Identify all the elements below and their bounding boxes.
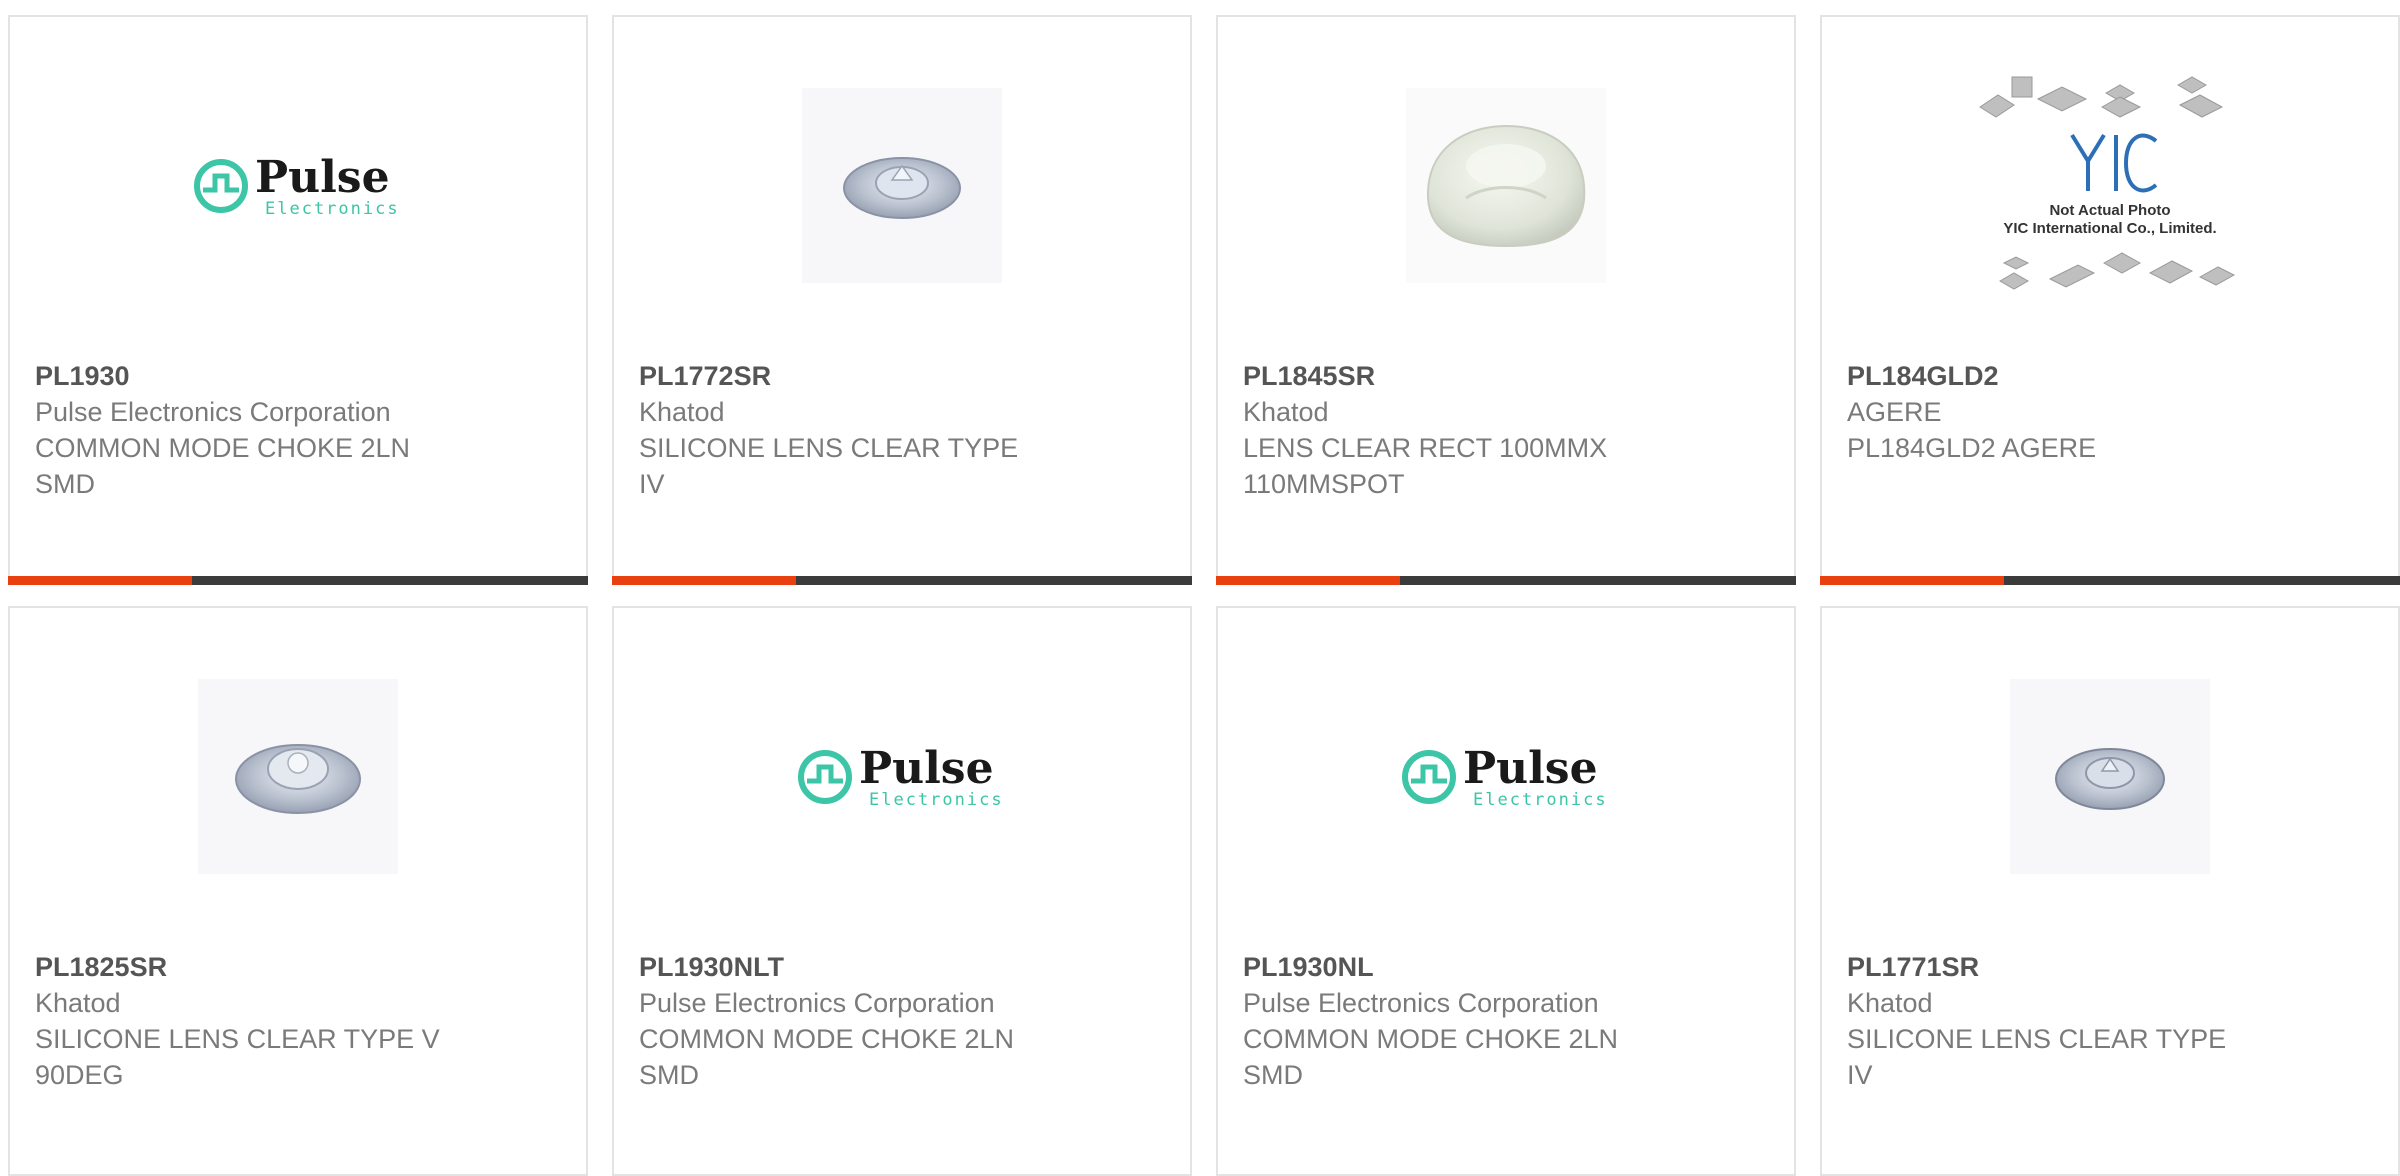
description: SILICONE LENS CLEAR TYPE V 90DEG: [35, 1024, 440, 1090]
product-card[interactable]: Not Actual Photo YIC International Co., …: [1820, 15, 2400, 585]
product-image[interactable]: Not Actual Photo YIC International Co., …: [1822, 76, 2398, 290]
part-number[interactable]: PL1825SR: [35, 949, 455, 985]
product-image[interactable]: [1218, 85, 1794, 285]
part-number[interactable]: PL1845SR: [1243, 358, 1663, 394]
manufacturer: Khatod: [1243, 397, 1329, 427]
product-info: PL1825SR Khatod SILICONE LENS CLEAR TYPE…: [35, 949, 455, 1093]
product-card[interactable]: Pulse Electronics PL1930 Pulse Electroni…: [8, 15, 588, 585]
product-card[interactable]: PL1772SR Khatod SILICONE LENS CLEAR TYPE…: [612, 15, 1192, 585]
card-accent-bar: [612, 576, 1192, 585]
part-number[interactable]: PL184GLD2: [1847, 358, 2267, 394]
product-card[interactable]: PL1845SR Khatod LENS CLEAR RECT 100MMX 1…: [1216, 15, 1796, 585]
manufacturer: Khatod: [1847, 988, 1933, 1018]
svg-text:Electronics: Electronics: [1473, 790, 1608, 810]
product-card[interactable]: Pulse Electronics PL1930NLT Pulse Electr…: [612, 606, 1192, 1176]
description: SILICONE LENS CLEAR TYPE IV: [1847, 1024, 2227, 1090]
svg-text:Pulse: Pulse: [1463, 743, 1598, 794]
description: LENS CLEAR RECT 100MMX 110MMSPOT: [1243, 433, 1608, 499]
product-info: PL1930NLT Pulse Electronics Corporation …: [639, 949, 1059, 1093]
card-accent-bar: [8, 576, 588, 585]
svg-text:YIC International Co., Limited: YIC International Co., Limited.: [2003, 220, 2216, 237]
product-image[interactable]: Pulse Electronics: [10, 85, 586, 285]
svg-text:Electronics: Electronics: [869, 790, 1004, 810]
part-number[interactable]: PL1930: [35, 358, 455, 394]
svg-text:Pulse: Pulse: [255, 152, 390, 203]
manufacturer: Pulse Electronics Corporation: [639, 988, 995, 1018]
product-card[interactable]: PL1825SR Khatod SILICONE LENS CLEAR TYPE…: [8, 606, 588, 1176]
product-grid: Pulse Electronics PL1930 Pulse Electroni…: [8, 15, 2400, 1176]
description: COMMON MODE CHOKE 2LN SMD: [1243, 1024, 1619, 1090]
product-info: PL184GLD2 AGERE PL184GLD2 AGERE: [1847, 358, 2267, 466]
svg-text:Pulse: Pulse: [859, 743, 994, 794]
product-info: PL1771SR Khatod SILICONE LENS CLEAR TYPE…: [1847, 949, 2267, 1093]
manufacturer: Khatod: [35, 988, 121, 1018]
product-info: PL1930 Pulse Electronics Corporation COM…: [35, 358, 455, 502]
manufacturer: Pulse Electronics Corporation: [35, 397, 391, 427]
product-info: PL1845SR Khatod LENS CLEAR RECT 100MMX 1…: [1243, 358, 1663, 502]
product-info: PL1772SR Khatod SILICONE LENS CLEAR TYPE…: [639, 358, 1059, 502]
pulse-electronics-logo: Pulse Electronics: [194, 152, 400, 219]
svg-text:Electronics: Electronics: [265, 199, 400, 219]
description: PL184GLD2 AGERE: [1847, 433, 2097, 463]
svg-text:Not Actual Photo: Not Actual Photo: [2049, 202, 2170, 219]
card-accent-bar: [1820, 576, 2400, 585]
part-number[interactable]: PL1772SR: [639, 358, 1059, 394]
silicone-lens-image: [2010, 678, 2210, 874]
description: COMMON MODE CHOKE 2LN SMD: [35, 433, 411, 499]
description: COMMON MODE CHOKE 2LN SMD: [639, 1024, 1015, 1090]
part-number[interactable]: PL1930NL: [1243, 949, 1663, 985]
product-image[interactable]: [10, 676, 586, 876]
part-number[interactable]: PL1930NLT: [639, 949, 1059, 985]
manufacturer: AGERE: [1847, 397, 1942, 427]
rect-lens-image: [1406, 87, 1606, 283]
product-info: PL1930NL Pulse Electronics Corporation C…: [1243, 949, 1663, 1093]
silicone-lens-image: [802, 87, 1002, 283]
description: SILICONE LENS CLEAR TYPE IV: [639, 433, 1019, 499]
pulse-electronics-logo: Pulse Electronics: [1402, 743, 1608, 810]
product-card[interactable]: PL1771SR Khatod SILICONE LENS CLEAR TYPE…: [1820, 606, 2400, 1176]
manufacturer: Pulse Electronics Corporation: [1243, 988, 1599, 1018]
yic-placeholder-image: Not Actual Photo YIC International Co., …: [1979, 76, 2236, 290]
manufacturer: Khatod: [639, 397, 725, 427]
card-accent-bar: [1216, 576, 1796, 585]
part-number[interactable]: PL1771SR: [1847, 949, 2267, 985]
product-card[interactable]: Pulse Electronics PL1930NL Pulse Electro…: [1216, 606, 1796, 1176]
product-image[interactable]: [614, 85, 1190, 285]
product-image[interactable]: Pulse Electronics: [614, 676, 1190, 876]
product-image[interactable]: Pulse Electronics: [1218, 676, 1794, 876]
pulse-electronics-logo: Pulse Electronics: [798, 743, 1004, 810]
silicone-lens-image: [198, 678, 398, 874]
product-image[interactable]: [1822, 676, 2398, 876]
